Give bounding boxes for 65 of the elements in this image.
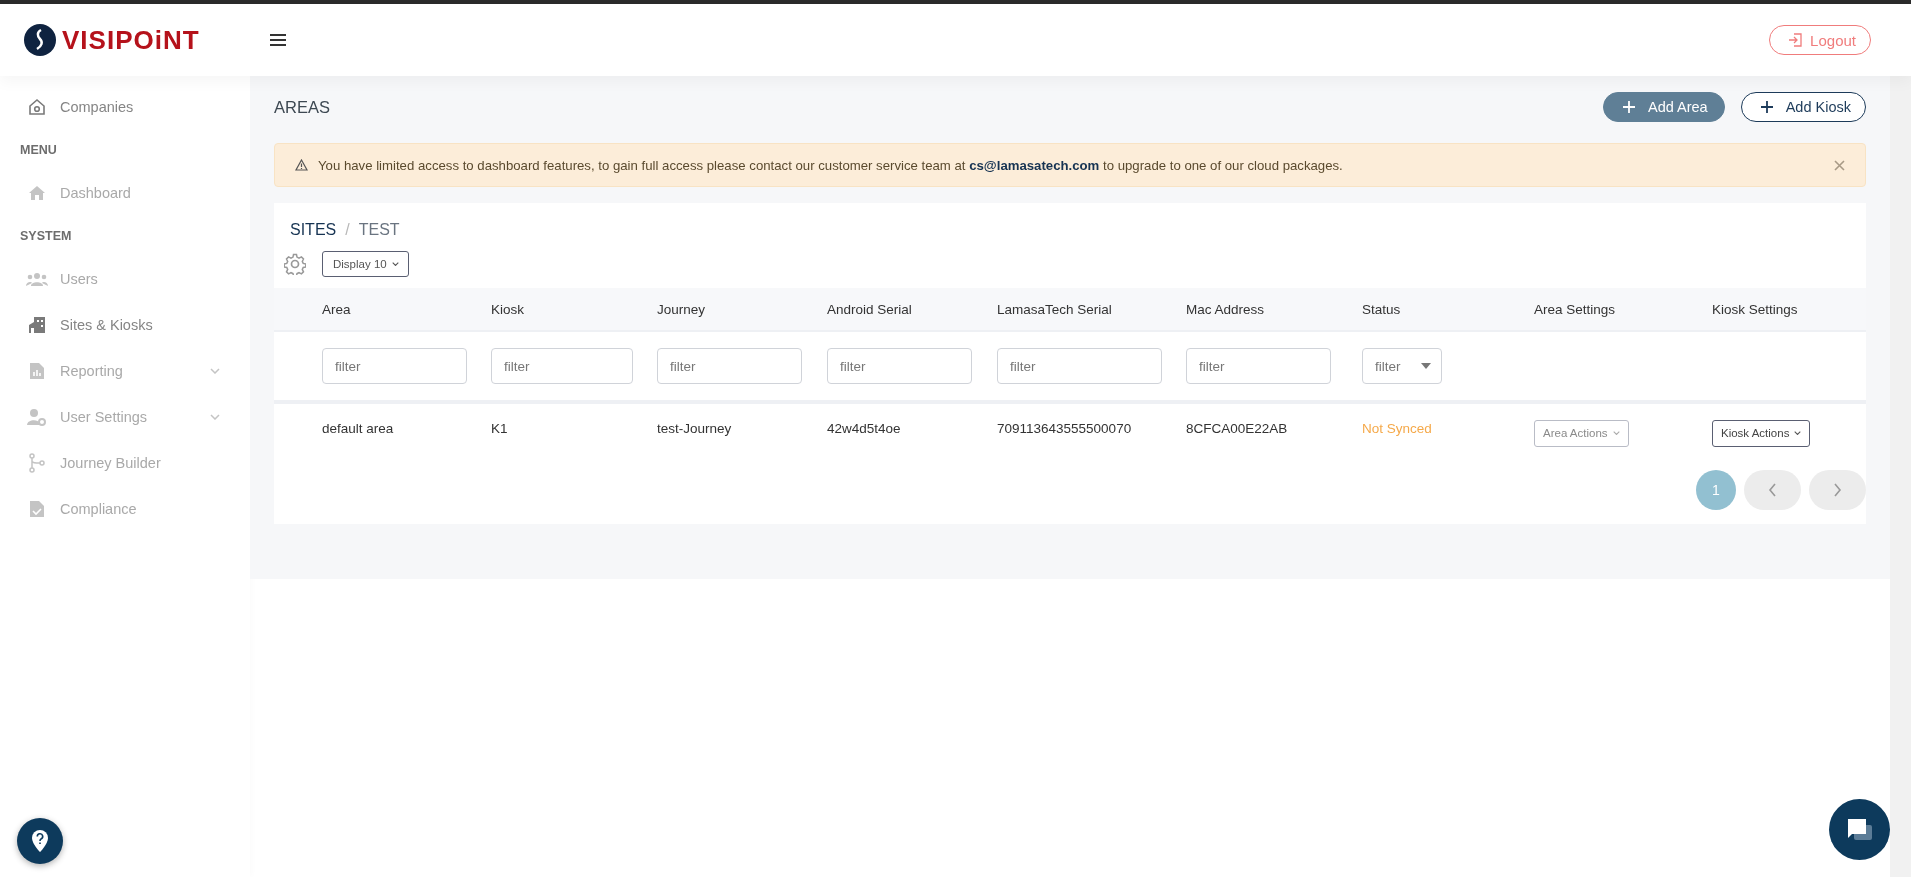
table-cell: 709113643555500070 — [997, 420, 1132, 436]
logout-button[interactable]: Logout — [1769, 25, 1871, 55]
sidebar-item[interactable]: Sites & Kiosks — [0, 302, 250, 348]
users-icon — [26, 271, 48, 287]
column-header: Journey — [657, 300, 707, 319]
table-cell: test-Journey — [657, 420, 732, 436]
filter-input[interactable]: filter — [1186, 348, 1331, 384]
chevron-down-icon — [210, 414, 220, 420]
sidebar-item[interactable]: Companies — [0, 84, 250, 130]
status-text: Not Synced — [1362, 420, 1432, 436]
chevron-down-icon — [1612, 430, 1620, 436]
column-header: Mac Address — [1186, 300, 1266, 319]
actions-dropdown[interactable]: Kiosk Actions — [1712, 419, 1811, 447]
user-gear-icon — [27, 408, 47, 426]
column-header: Area — [322, 300, 352, 319]
sidebar-section-label: MENU — [19, 142, 58, 159]
filter-input[interactable]: filter — [827, 348, 972, 384]
table-cell: K1 — [491, 420, 508, 436]
close-icon[interactable] — [1832, 157, 1847, 173]
display-dropdown[interactable]: Display 10 — [322, 251, 409, 277]
column-header: LamasaTech Serial — [997, 300, 1113, 319]
breadcrumb-separator: / — [345, 221, 350, 239]
column-header: Area Settings — [1534, 300, 1617, 319]
home-icon — [28, 184, 46, 202]
settings-icon[interactable] — [284, 253, 306, 275]
add-button[interactable]: Add Kiosk — [1740, 92, 1866, 122]
page-button[interactable]: 1 — [1696, 470, 1736, 510]
column-header: Kiosk Settings — [1712, 300, 1799, 319]
page-title: AREAS — [274, 97, 331, 117]
house-icon — [28, 98, 46, 116]
column-header: Android Serial — [827, 300, 913, 319]
filter-select[interactable]: filter — [1362, 348, 1442, 384]
table-cell: 8CFCA00E22AB — [1186, 420, 1288, 436]
chevron-down-icon — [391, 261, 399, 267]
report-icon — [29, 362, 45, 380]
alert-message: You have limited access to dashboard features, to gain full access please contact our customer service team at cs@lamasatech.com to upgrade to one of our cloud packages. — [318, 157, 1344, 173]
table-cell: 42w4d5t4oe — [827, 420, 901, 436]
building-icon — [28, 316, 46, 334]
document-check-icon — [29, 500, 45, 518]
plus-icon — [1759, 100, 1774, 114]
plus-icon — [1622, 100, 1637, 114]
table-cell: default area — [322, 420, 394, 436]
column-header: Status — [1362, 300, 1402, 319]
logo-text: VISIPOiNT — [62, 24, 200, 56]
add-button[interactable]: Add Area — [1603, 92, 1725, 122]
chevron-down-icon — [1794, 430, 1802, 436]
breadcrumb-link[interactable]: SITES — [290, 221, 337, 239]
filter-input[interactable]: filter — [322, 348, 467, 384]
help-icon — [31, 829, 49, 853]
sidebar-section-label: SYSTEM — [19, 228, 73, 245]
filter-input[interactable]: filter — [997, 348, 1162, 384]
breadcrumb-current: TEST — [358, 221, 400, 239]
column-header: Kiosk — [491, 300, 525, 319]
filter-input[interactable]: filter — [657, 348, 802, 384]
chat-button[interactable] — [1829, 799, 1890, 860]
branch-icon — [28, 453, 46, 473]
chevron-left-icon — [1768, 483, 1777, 497]
caret-down-icon — [1421, 363, 1431, 369]
warning-icon — [295, 159, 308, 171]
chevron-down-icon — [210, 368, 220, 374]
filter-input[interactable]: filter — [491, 348, 633, 384]
logo-icon — [24, 24, 56, 56]
chevron-right-icon — [1833, 483, 1842, 497]
logout-icon — [1788, 33, 1803, 47]
scrollbar-track[interactable] — [1890, 76, 1911, 877]
